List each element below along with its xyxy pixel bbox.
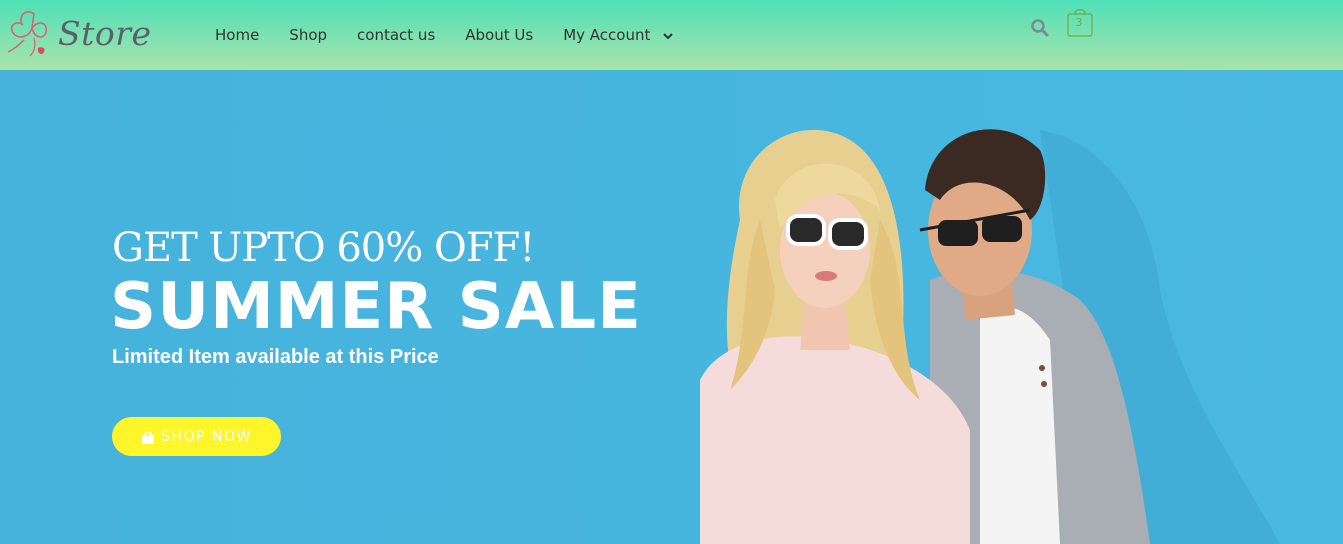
nav-my-account-label: My Account [563,26,651,44]
logo-text: Store [58,14,152,53]
hero-offer-text: GET UPTO 60% OFF! [112,225,535,271]
nav-about-us[interactable]: About Us [450,0,548,70]
chevron-down-icon [663,32,673,39]
hero-title: SUMMER SALE [110,270,642,344]
site-logo[interactable]: Store [4,4,151,66]
hero-banner: GET UPTO 60% OFF! SUMMER SALE Limited It… [0,70,1343,544]
shopping-bag-icon [142,430,155,444]
nav-home[interactable]: Home [200,0,274,70]
nav-shop[interactable]: Shop [274,0,342,70]
hero-subtitle: Limited Item available at this Price [112,346,439,368]
flower-logo-icon [7,11,47,57]
site-header: Store Home Shop contact us About Us My A… [0,0,1343,70]
search-icon[interactable] [1030,18,1050,38]
shop-now-button[interactable]: SHOP NOW [112,417,281,456]
nav-my-account[interactable]: My Account [548,0,688,70]
main-nav: Home Shop contact us About Us My Account [200,0,688,70]
shop-now-label: SHOP NOW [161,428,252,445]
nav-contact-us[interactable]: contact us [342,0,450,70]
cart-count: 3 [1075,16,1083,29]
cart-button[interactable]: 3 [1066,6,1094,38]
couple-in-sunglasses-photo [700,129,1280,544]
